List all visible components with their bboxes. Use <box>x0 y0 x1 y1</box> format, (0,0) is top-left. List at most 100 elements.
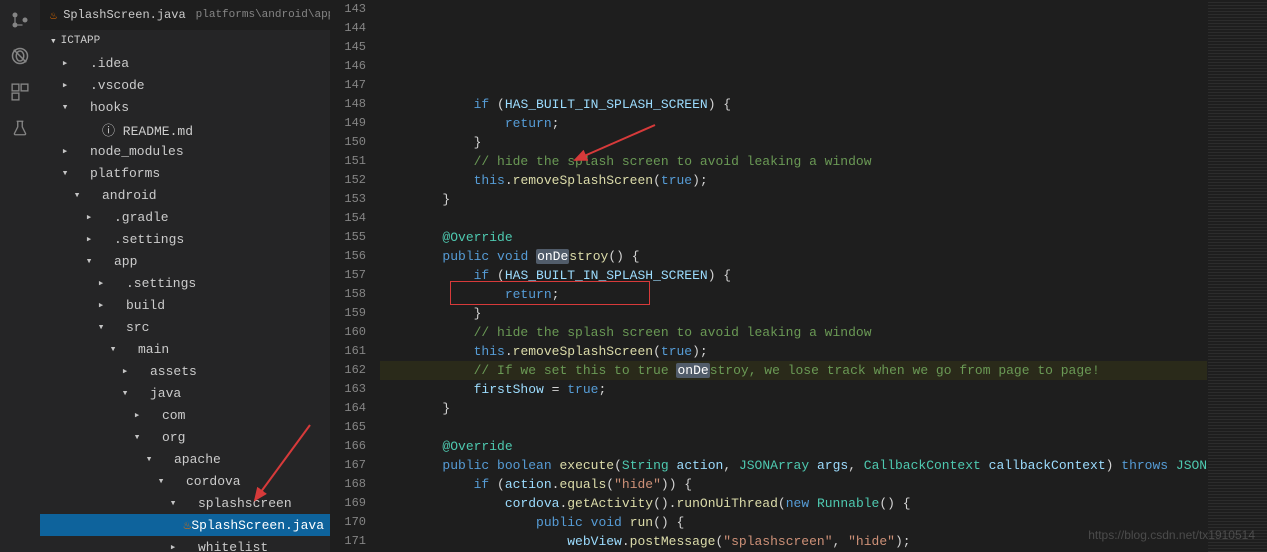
tree-item-label: java <box>150 386 181 401</box>
code-line[interactable]: this.removeSplashScreen(true); <box>380 342 1207 361</box>
code-line[interactable]: this.removeSplashScreen(true); <box>380 171 1207 190</box>
chevron-icon: ▾ <box>142 452 156 466</box>
code-line[interactable]: webView.postMessage("splashscreen", "hid… <box>380 532 1207 551</box>
file-tree-item[interactable]: ▾splashscreen <box>40 492 330 514</box>
code-line[interactable]: // hide the splash screen to avoid leaki… <box>380 152 1207 171</box>
chevron-icon: ▾ <box>118 386 132 400</box>
tree-item-label: .settings <box>114 232 184 247</box>
line-number: 161 <box>330 342 366 361</box>
file-tree-item[interactable]: ▸.gradle <box>40 206 330 228</box>
code-line[interactable]: if (action.equals("hide")) { <box>380 475 1207 494</box>
code-line[interactable]: public void run() { <box>380 513 1207 532</box>
file-tree-item[interactable]: ▾ apache <box>40 448 330 470</box>
line-number: 157 <box>330 266 366 285</box>
code-line[interactable]: if (HAS_BUILT_IN_SPLASH_SCREEN) { <box>380 95 1207 114</box>
chevron-icon: ▾ <box>82 254 96 268</box>
code-line[interactable]: if (HAS_BUILT_IN_SPLASH_SCREEN) { <box>380 266 1207 285</box>
chevron-icon: ▸ <box>118 364 132 378</box>
code-line[interactable]: } <box>380 304 1207 323</box>
line-number: 163 <box>330 380 366 399</box>
tree-item-label: .settings <box>126 276 196 291</box>
file-tree-item[interactable]: ▸assets <box>40 360 330 382</box>
chevron-icon: ▸ <box>58 56 72 70</box>
chevron-icon: ▾ <box>94 320 108 334</box>
file-tree-item[interactable]: ▾ cordova <box>40 470 330 492</box>
code-line[interactable]: @Override <box>380 437 1207 456</box>
code-line[interactable]: cordova.getActivity().runOnUiThread(new … <box>380 494 1207 513</box>
code-line[interactable]: return; <box>380 285 1207 304</box>
explorer-sidebar: ♨ SplashScreen.java platforms\android\ap… <box>40 0 330 552</box>
file-tree-item[interactable]: ▾org <box>40 426 330 448</box>
tree-item-label: build <box>126 298 165 313</box>
code-line[interactable]: firstShow = true; <box>380 380 1207 399</box>
chevron-icon: ▸ <box>58 78 72 92</box>
code-line[interactable]: } <box>380 133 1207 152</box>
code-line[interactable]: @Override <box>380 228 1207 247</box>
line-number: 167 <box>330 456 366 475</box>
file-tree-item[interactable]: ▸.vscode <box>40 74 330 96</box>
file-tree-item[interactable]: ▸node_modules <box>40 140 330 162</box>
java-icon: ♨ <box>50 8 57 23</box>
no-bug-icon[interactable] <box>8 44 32 68</box>
line-number: 144 <box>330 19 366 38</box>
source-control-icon[interactable] <box>8 8 32 32</box>
line-number: 170 <box>330 513 366 532</box>
file-tree-item[interactable]: ▸whitelist <box>40 536 330 552</box>
file-tree-item[interactable]: ▸.settings <box>40 272 330 294</box>
code-line[interactable]: // hide the splash screen to avoid leaki… <box>380 323 1207 342</box>
code-line[interactable] <box>380 209 1207 228</box>
chevron-icon: ▸ <box>82 232 96 246</box>
line-number: 165 <box>330 418 366 437</box>
code-line[interactable]: } <box>380 399 1207 418</box>
code-content[interactable]: if (HAS_BUILT_IN_SPLASH_SCREEN) { return… <box>380 0 1207 552</box>
chevron-icon: ▾ <box>154 474 168 488</box>
file-tree-item-selected[interactable]: ♨SplashScreen.java <box>40 514 330 536</box>
file-tree-item[interactable]: ▾android <box>40 184 330 206</box>
code-line[interactable]: public void onDestroy() { <box>380 247 1207 266</box>
file-tree-item[interactable]: ▾hooks <box>40 96 330 118</box>
file-tree-item[interactable]: ▾src <box>40 316 330 338</box>
file-tree-item[interactable]: ▸build <box>40 294 330 316</box>
extensions-icon[interactable] <box>8 80 32 104</box>
tree-item-label: apache <box>174 452 221 467</box>
chevron-icon: ▾ <box>166 496 180 510</box>
file-tree-item[interactable]: ▾platforms <box>40 162 330 184</box>
code-line[interactable]: // If we set this to true onDestroy, we … <box>380 361 1207 380</box>
tree-item-label: cordova <box>186 474 241 489</box>
line-number: 164 <box>330 399 366 418</box>
beaker-icon[interactable] <box>8 116 32 140</box>
line-number: 153 <box>330 190 366 209</box>
line-number: 160 <box>330 323 366 342</box>
file-tree: ▸.idea▸.vscode▾hooksⓘ README.md▸node_mod… <box>40 52 330 552</box>
line-number: 145 <box>330 38 366 57</box>
file-tree-item[interactable]: ▾main <box>40 338 330 360</box>
file-tree-item[interactable]: ⓘ README.md <box>40 118 330 140</box>
line-number: 169 <box>330 494 366 513</box>
project-header[interactable]: ▾ ICTAPP <box>40 30 330 52</box>
editor-area: 1431441451461471481491501511521531541551… <box>330 0 1267 552</box>
activity-bar <box>0 0 40 552</box>
tree-item-label: SplashScreen.java <box>191 518 324 533</box>
open-editor-tab[interactable]: ♨ SplashScreen.java platforms\android\ap… <box>40 0 330 30</box>
chevron-icon: ▾ <box>70 188 84 202</box>
chevron-icon: ▸ <box>166 540 180 552</box>
file-tree-item[interactable]: ▾ java <box>40 382 330 404</box>
chevron-icon: ▸ <box>82 210 96 224</box>
tab-path: platforms\android\app\s... <box>196 9 330 21</box>
tree-item-label: ⓘ README.md <box>102 120 193 139</box>
minimap[interactable] <box>1207 0 1267 552</box>
line-number: 162 <box>330 361 366 380</box>
line-number: 168 <box>330 475 366 494</box>
line-number: 148 <box>330 95 366 114</box>
tree-item-label: hooks <box>90 100 129 115</box>
tree-item-label: platforms <box>90 166 160 181</box>
file-tree-item[interactable]: ▸.idea <box>40 52 330 74</box>
file-tree-item[interactable]: ▸ .settings <box>40 228 330 250</box>
code-line[interactable]: public boolean execute(String action, JS… <box>380 456 1207 475</box>
file-tree-item[interactable]: ▸com <box>40 404 330 426</box>
code-line[interactable]: return; <box>380 114 1207 133</box>
tree-item-label: app <box>114 254 137 269</box>
code-line[interactable]: } <box>380 190 1207 209</box>
file-tree-item[interactable]: ▾ app <box>40 250 330 272</box>
code-line[interactable] <box>380 418 1207 437</box>
